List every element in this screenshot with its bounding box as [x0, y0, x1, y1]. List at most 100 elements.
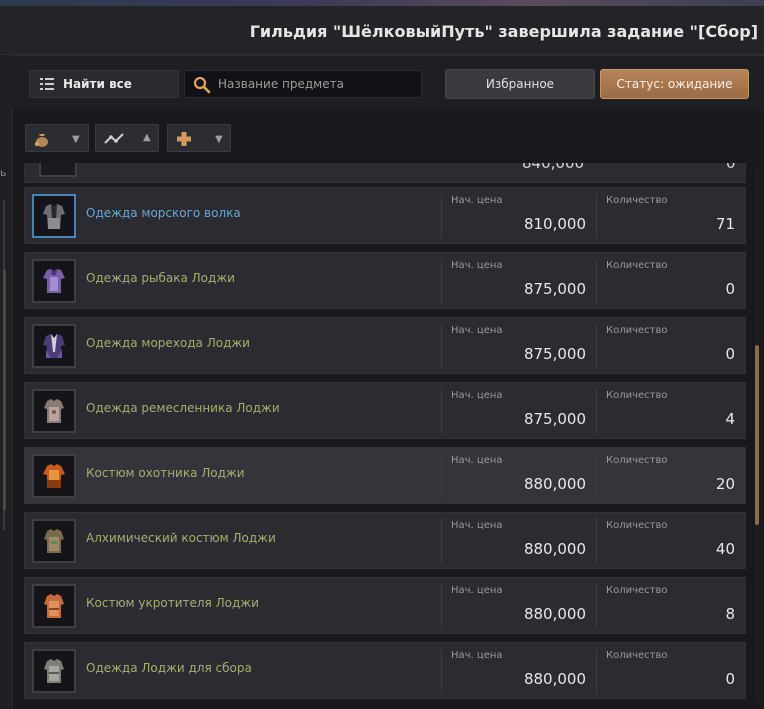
item-thumbnail [32, 454, 76, 498]
coat-icon [43, 334, 65, 358]
quantity-label: Количество [606, 325, 668, 336]
column-divider [441, 454, 442, 499]
find-all-label: Найти все [63, 77, 132, 91]
list-item[interactable]: Одежда рыбака Лоджи Нач. цена 875,000 Ко… [24, 252, 746, 309]
item-price: 875,000 [523, 410, 586, 428]
guild-notice-bar: Гильдия "ШёлковыйПуть" завершила задание… [0, 6, 764, 55]
item-quantity: 4 [725, 410, 735, 428]
alchemy-suit-icon [44, 529, 64, 553]
column-divider [596, 259, 597, 304]
gathering-suit-icon [44, 659, 64, 683]
list-item[interactable]: Костюм укротителя Лоджи Нач. цена 880,00… [24, 577, 746, 634]
item-search-box[interactable] [184, 70, 422, 98]
column-divider [441, 259, 442, 304]
favorites-button[interactable]: Избранное [445, 69, 595, 99]
item-quantity: 0 [725, 670, 735, 688]
item-thumbnail [32, 259, 76, 303]
status-label: Статус: ожидание [616, 77, 733, 91]
item-thumbnail [32, 324, 76, 368]
list-item[interactable]: Одежда морского волка Нач. цена 810,000 … [24, 187, 746, 244]
item-thumbnail [32, 649, 76, 693]
price-label: Нач. цена [451, 520, 503, 531]
chevron-down-icon: ▼ [215, 134, 223, 145]
column-divider [596, 649, 597, 694]
column-divider [596, 194, 597, 239]
item-quantity: 40 [715, 540, 735, 558]
price-label: Нач. цена [451, 390, 503, 401]
item-price: 880,000 [523, 670, 586, 688]
armor-icon [43, 204, 65, 229]
item-quantity: 0 [725, 345, 735, 363]
item-price: 880,000 [523, 475, 586, 493]
add-filter-button[interactable]: ▼ [167, 124, 231, 152]
price-label: Нач. цена [451, 195, 503, 206]
item-thumbnail [32, 389, 76, 433]
plus-icon [177, 132, 191, 146]
price-label: Нач. цена [451, 455, 503, 466]
status-button[interactable]: Статус: ожидание [600, 69, 749, 99]
price-label: Нач. цена [451, 585, 503, 596]
item-thumbnail [32, 519, 76, 563]
chevron-down-icon: ▼ [72, 134, 80, 145]
quantity-label: Количество [606, 260, 668, 271]
item-thumbnail [39, 163, 77, 177]
find-all-button[interactable]: Найти все [29, 70, 179, 98]
left-edge-mark: ь [0, 166, 7, 179]
column-divider [596, 584, 597, 629]
sort-filter-button[interactable]: ▲ [95, 124, 159, 152]
column-divider [441, 389, 442, 434]
robe-icon [43, 269, 65, 293]
item-quantity: 0 [725, 280, 735, 298]
column-divider [596, 454, 597, 499]
item-price: 840,000 [522, 163, 585, 172]
item-price: 880,000 [523, 540, 586, 558]
quantity-label: Количество [606, 650, 668, 661]
column-divider [441, 324, 442, 369]
item-name: Одежда ремесленника Лоджи [86, 401, 280, 415]
item-search-input[interactable] [218, 75, 416, 93]
vest-icon [44, 399, 64, 423]
list-item[interactable]: Алхимический костюм Лоджи Нач. цена 880,… [24, 512, 746, 569]
chevron-up-icon: ▲ [143, 132, 151, 143]
guild-notice-text: Гильдия "ШёлковыйПуть" завершила задание… [249, 22, 758, 41]
trend-icon [104, 133, 124, 144]
item-name: Костюм укротителя Лоджи [86, 596, 259, 610]
item-price: 875,000 [523, 345, 586, 363]
list-item[interactable]: Костюм охотника Лоджи Нач. цена 880,000 … [24, 447, 746, 504]
list-item[interactable]: Одежда ремесленника Лоджи Нач. цена 875,… [24, 382, 746, 439]
price-label: Нач. цена [451, 650, 503, 661]
item-name: Алхимический костюм Лоджи [86, 531, 276, 545]
quantity-label: Количество [606, 195, 668, 206]
scrollbar-thumb[interactable] [755, 345, 759, 525]
item-price: 880,000 [523, 605, 586, 623]
item-name: Одежда рыбака Лоджи [86, 271, 235, 285]
column-divider [441, 584, 442, 629]
column-divider [441, 519, 442, 564]
quantity-label: Количество [606, 520, 668, 531]
item-thumbnail [32, 194, 76, 238]
list-item[interactable]: Одежда Лоджи для сбора Нач. цена 880,000… [24, 642, 746, 699]
column-divider [441, 649, 442, 694]
favorites-label: Избранное [485, 77, 555, 91]
price-label: Нач. цена [451, 325, 503, 336]
bag-icon [34, 134, 48, 147]
quantity-label: Количество [606, 455, 668, 466]
column-divider [596, 519, 597, 564]
category-filter-button[interactable]: ▼ [25, 124, 89, 152]
quantity-label: Количество [606, 585, 668, 596]
item-quantity: 8 [725, 605, 735, 623]
filter-bar: ▼ ▲ ▼ [12, 115, 764, 159]
list-icon [40, 78, 54, 90]
column-divider [596, 324, 597, 369]
item-list: Одежда морского волка Нач. цена 810,000 … [24, 163, 746, 708]
item-name: Одежда Лоджи для сбора [86, 661, 252, 675]
list-item[interactable]: Одежда морехода Лоджи Нач. цена 875,000 … [24, 317, 746, 374]
partial-list-item[interactable]: 840,000 0 [24, 163, 746, 183]
item-price: 875,000 [523, 280, 586, 298]
left-border-glow [3, 270, 6, 510]
item-name: Одежда морского волка [86, 206, 241, 220]
search-icon [193, 76, 211, 94]
item-name: Одежда морехода Лоджи [86, 336, 250, 350]
item-quantity: 0 [726, 163, 736, 172]
search-toolbar: Найти все Избранное Статус: ожидание [12, 56, 764, 109]
